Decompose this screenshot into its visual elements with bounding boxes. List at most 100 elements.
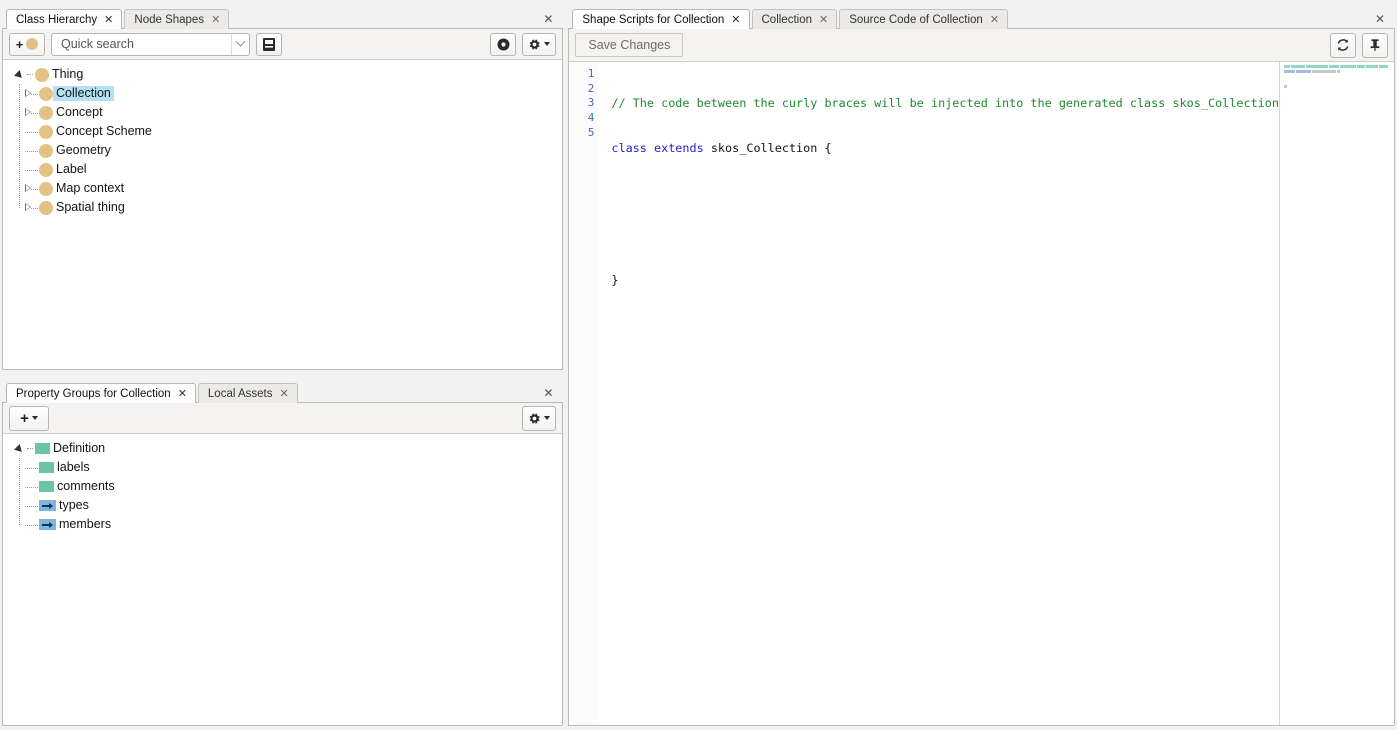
close-icon[interactable]: ✕ (104, 14, 113, 25)
class-hierarchy-tabbar: Class Hierarchy ✕ Node Shapes ✕ ✕ (2, 2, 563, 28)
save-changes-label: Save Changes (588, 38, 670, 52)
shape-scripts-body: Save Changes (568, 28, 1395, 726)
panel-close-icon[interactable]: ✕ (1375, 13, 1385, 25)
class-circle-icon (39, 106, 53, 120)
close-icon[interactable]: ✕ (279, 388, 288, 399)
class-circle-icon (39, 182, 53, 196)
chevron-down-icon (544, 42, 550, 46)
class-settings-button[interactable] (522, 33, 556, 56)
left-column: Class Hierarchy ✕ Node Shapes ✕ ✕ + (0, 0, 563, 730)
class-hierarchy-tree[interactable]: Thing Collection (3, 60, 562, 369)
search-input[interactable] (52, 34, 231, 55)
search-history-dropdown[interactable] (231, 34, 249, 55)
application-window: Class Hierarchy ✕ Node Shapes ✕ ✕ + (0, 0, 1397, 730)
tree-node-label: Concept Scheme (53, 124, 155, 140)
line-number: 3 (569, 96, 594, 111)
tree-row-concept-scheme[interactable]: Concept Scheme (3, 122, 562, 141)
code-brace: } (611, 273, 618, 287)
tab-label: Local Assets (208, 388, 273, 400)
code-text[interactable]: // The code between the curly braces wil… (599, 62, 1279, 725)
tree-node-label: types (56, 498, 92, 514)
chevron-down-icon (544, 416, 550, 420)
tab-label: Shape Scripts for Collection (582, 14, 724, 26)
tree-node-label: Label (53, 162, 90, 178)
code-identifier: skos_Collection { (711, 141, 832, 155)
expand-toggle-icon[interactable] (13, 69, 25, 81)
code-editor[interactable]: 1 2 3 4 5 // The code between the curly … (569, 61, 1394, 725)
minimap-line (1284, 70, 1390, 73)
class-circle-icon (39, 144, 53, 158)
tree-row-geometry[interactable]: Geometry (3, 141, 562, 160)
property-groups-settings-button[interactable] (522, 406, 556, 431)
catalog-button[interactable] (256, 33, 282, 56)
refresh-button[interactable] (1330, 33, 1356, 58)
tree-row-comments[interactable]: comments (3, 477, 562, 496)
tree-row-members[interactable]: members (3, 515, 562, 534)
tree-row-collection[interactable]: Collection (3, 84, 562, 103)
tree-row-root[interactable]: Thing (3, 65, 562, 84)
tab-label: Source Code of Collection (849, 14, 983, 26)
shape-scripts-toolbar: Save Changes (569, 29, 1394, 61)
code-line-4 (611, 229, 1279, 244)
plus-icon: + (20, 411, 29, 426)
property-groups-tree[interactable]: Definition labels comments (3, 434, 562, 725)
book-icon (263, 38, 275, 51)
tab-label: Collection (762, 14, 813, 26)
property-group-icon (39, 481, 54, 492)
code-keyword-extends: extends (654, 141, 704, 155)
minimap-line (1284, 75, 1390, 78)
gear-icon (528, 412, 541, 425)
tab-property-groups[interactable]: Property Groups for Collection ✕ (6, 383, 196, 403)
close-icon[interactable]: ✕ (178, 388, 187, 399)
tree-row-definition[interactable]: Definition (3, 439, 562, 458)
tree-row-concept[interactable]: Concept (3, 103, 562, 122)
line-number: 1 (569, 67, 594, 82)
pin-button[interactable] (1362, 33, 1388, 58)
quick-search-field[interactable] (51, 33, 250, 56)
code-minimap[interactable] (1280, 62, 1394, 725)
close-icon[interactable]: ✕ (990, 14, 999, 25)
property-group-icon (39, 462, 54, 473)
tab-local-assets[interactable]: Local Assets ✕ (198, 383, 298, 403)
tree-row-map-context[interactable]: Map context (3, 179, 562, 198)
close-icon[interactable]: ✕ (819, 14, 828, 25)
plus-icon: + (16, 37, 24, 52)
tree-node-label: Definition (50, 441, 108, 457)
code-area[interactable]: 1 2 3 4 5 // The code between the curly … (569, 62, 1280, 725)
add-property-group-button[interactable]: + (9, 406, 49, 431)
class-circle-icon (26, 38, 38, 50)
tree-row-spatial-thing[interactable]: Spatial thing (3, 198, 562, 217)
tree-node-label: Collection (53, 86, 114, 102)
class-hierarchy-panel: Class Hierarchy ✕ Node Shapes ✕ ✕ + (2, 2, 563, 370)
tree-row-labels[interactable]: labels (3, 458, 562, 477)
code-keyword-class: class (611, 141, 647, 155)
close-icon[interactable]: ✕ (211, 14, 220, 25)
gear-icon (528, 38, 541, 51)
chevron-down-icon (32, 416, 38, 420)
tree-row-types[interactable]: types (3, 496, 562, 515)
tab-collection[interactable]: Collection ✕ (752, 9, 838, 29)
tab-shape-scripts[interactable]: Shape Scripts for Collection ✕ (572, 9, 749, 29)
save-changes-button[interactable]: Save Changes (575, 33, 683, 57)
pin-icon (1368, 38, 1382, 52)
tab-node-shapes[interactable]: Node Shapes ✕ (124, 9, 229, 29)
panel-close-icon[interactable]: ✕ (543, 387, 553, 399)
tree-row-label[interactable]: Label (3, 160, 562, 179)
tree-node-label: labels (54, 460, 93, 476)
tree-children-group: labels comments types (3, 458, 562, 534)
info-button[interactable] (490, 33, 516, 56)
class-circle-icon (39, 201, 53, 215)
add-class-button[interactable]: + (9, 33, 45, 56)
tab-class-hierarchy[interactable]: Class Hierarchy ✕ (6, 9, 122, 29)
expand-toggle-icon[interactable] (13, 443, 25, 455)
code-line-1: // The code between the curly braces wil… (611, 96, 1279, 111)
panel-close-icon[interactable]: ✕ (543, 13, 553, 25)
close-icon[interactable]: ✕ (731, 14, 740, 25)
class-circle-icon (39, 87, 53, 101)
minimap-line (1284, 65, 1390, 68)
line-number: 5 (569, 126, 594, 141)
line-number-gutter: 1 2 3 4 5 (569, 62, 599, 725)
circle-dot-icon (497, 38, 510, 51)
class-hierarchy-toolbar: + (3, 29, 562, 60)
tab-source-code[interactable]: Source Code of Collection ✕ (839, 9, 1008, 29)
